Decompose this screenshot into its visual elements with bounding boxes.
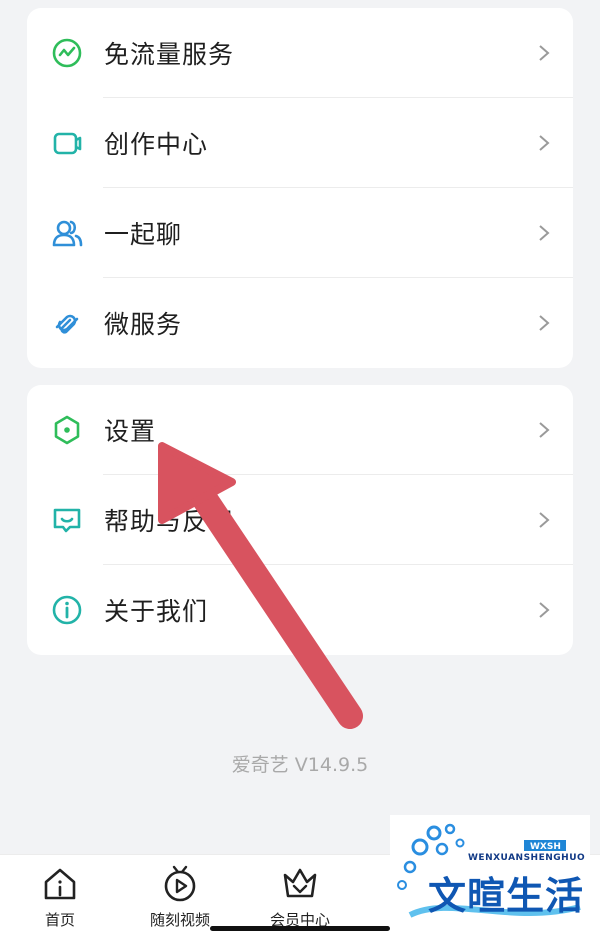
annotation-arrow-icon [158,442,363,729]
